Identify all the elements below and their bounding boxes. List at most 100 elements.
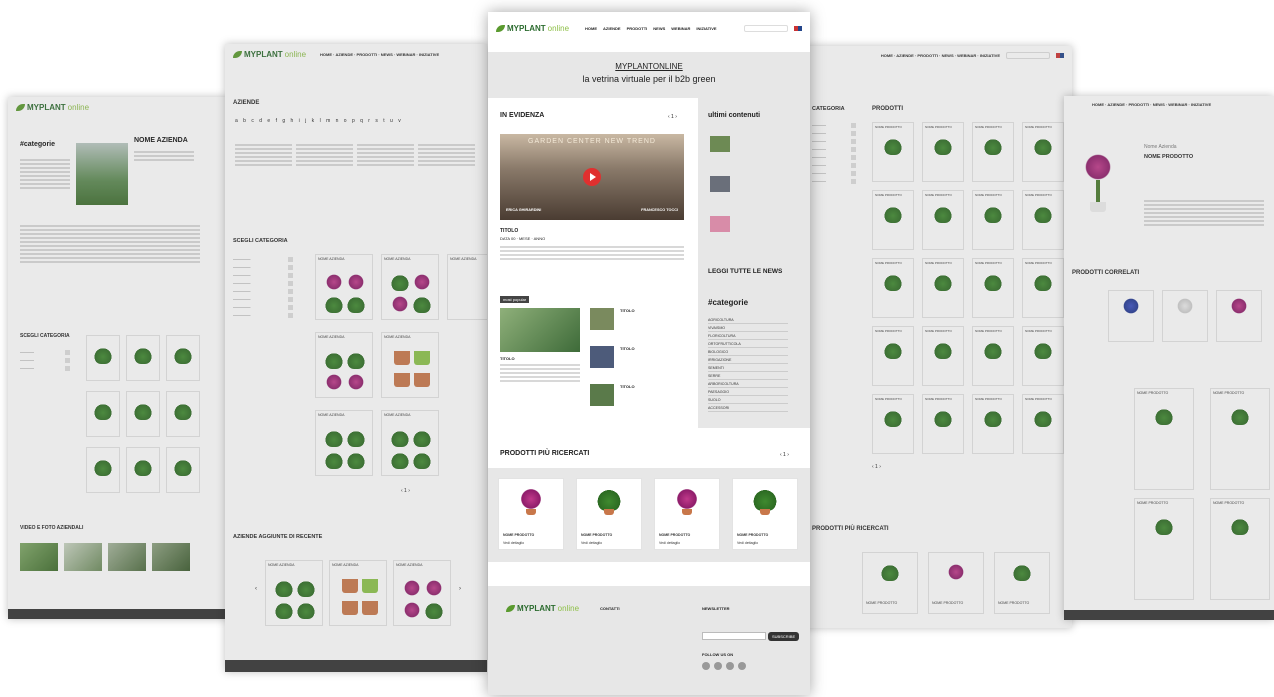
company-card[interactable]: NOME AZIENDA bbox=[393, 560, 451, 626]
linkedin-icon[interactable] bbox=[726, 662, 734, 670]
read-all-news[interactable]: LEGGI TUTTE LE NEWS bbox=[708, 268, 782, 275]
product-card[interactable]: NOME PRODOTTO bbox=[922, 394, 964, 454]
company-card[interactable]: NOME AZIENDA bbox=[381, 332, 439, 398]
company-card[interactable]: NOME AZIENDA bbox=[381, 410, 439, 476]
featured-video[interactable]: GARDEN CENTER NEW TREND ERICA GHIRARDINI… bbox=[500, 134, 684, 220]
related-card[interactable] bbox=[1216, 290, 1262, 342]
video-thumb[interactable] bbox=[152, 543, 190, 571]
product-card[interactable]: NOME PRODOTTO bbox=[862, 552, 918, 614]
product-card[interactable]: NOME PRODOTTO Vedi dettaglio bbox=[732, 478, 798, 550]
category-item[interactable]: PAESAGGIO bbox=[708, 388, 788, 396]
product-card[interactable]: NOME PRODOTTO bbox=[972, 326, 1014, 386]
product-card[interactable] bbox=[166, 335, 200, 381]
product-card[interactable]: NOME PRODOTTO bbox=[1022, 258, 1064, 318]
instagram-icon[interactable] bbox=[714, 662, 722, 670]
video-thumb[interactable] bbox=[64, 543, 102, 571]
search-input[interactable] bbox=[744, 25, 788, 32]
product-card[interactable]: NOME PRODOTTO bbox=[1022, 394, 1064, 454]
nav-news[interactable]: NEWS bbox=[653, 26, 665, 31]
product-card[interactable] bbox=[86, 447, 120, 493]
product-card[interactable]: NOME PRODOTTO bbox=[922, 326, 964, 386]
product-card[interactable]: NOME PRODOTTO bbox=[872, 190, 914, 250]
carousel-next[interactable]: › bbox=[459, 586, 461, 592]
most-popular-tab[interactable]: most popular bbox=[500, 296, 530, 303]
product-card[interactable] bbox=[86, 335, 120, 381]
product-card[interactable] bbox=[126, 335, 160, 381]
category-item[interactable]: SEMENTI bbox=[708, 364, 788, 372]
product-card[interactable]: NOME PRODOTTO bbox=[1134, 498, 1194, 600]
company-card[interactable]: NOME AZIENDA bbox=[447, 254, 487, 320]
category-item[interactable]: ARBORICOLTURA bbox=[708, 380, 788, 388]
nav-aziende[interactable]: AZIENDE bbox=[603, 26, 621, 31]
product-card[interactable]: NOME PRODOTTO bbox=[1210, 498, 1270, 600]
product-card[interactable]: NOME PRODOTTO bbox=[922, 190, 964, 250]
evidenza-pager[interactable]: ‹ 1 › bbox=[668, 114, 677, 120]
popular-thumb[interactable] bbox=[590, 346, 614, 368]
play-icon[interactable] bbox=[583, 168, 601, 186]
product-detail-link[interactable]: Vedi dettaglio bbox=[737, 541, 758, 545]
product-card[interactable]: NOME PRODOTTO bbox=[872, 394, 914, 454]
product-card[interactable] bbox=[126, 447, 160, 493]
product-card[interactable]: NOME PRODOTTO bbox=[1134, 388, 1194, 490]
company-card[interactable]: NOME AZIENDA bbox=[329, 560, 387, 626]
product-card[interactable] bbox=[166, 391, 200, 437]
carousel-prev[interactable]: ‹ bbox=[255, 586, 257, 592]
product-card[interactable]: NOME PRODOTTO bbox=[1022, 122, 1064, 182]
category-item[interactable]: SERRE bbox=[708, 372, 788, 380]
company-card[interactable]: NOME AZIENDA bbox=[265, 560, 323, 626]
product-detail-link[interactable]: Vedi dettaglio bbox=[581, 541, 602, 545]
nav-webinar[interactable]: WEBINAR bbox=[671, 26, 690, 31]
company-card[interactable]: NOME AZIENDA bbox=[381, 254, 439, 320]
product-detail-link[interactable]: Vedi dettaglio bbox=[659, 541, 680, 545]
category-item[interactable]: FLORICOLTURA bbox=[708, 332, 788, 340]
product-card[interactable]: NOME PRODOTTO bbox=[972, 258, 1014, 318]
flag-icon[interactable] bbox=[1056, 53, 1064, 58]
product-card[interactable]: NOME PRODOTTO bbox=[1022, 190, 1064, 250]
logo[interactable]: MYPLANT online bbox=[496, 24, 569, 33]
search-input[interactable] bbox=[1006, 52, 1050, 59]
logo[interactable]: MYPLANT online bbox=[16, 103, 89, 112]
related-card[interactable] bbox=[1162, 290, 1208, 342]
product-card[interactable]: NOME PRODOTTO Vedi dettaglio bbox=[576, 478, 642, 550]
product-card[interactable]: NOME PRODOTTO bbox=[1210, 388, 1270, 490]
product-card[interactable] bbox=[126, 391, 160, 437]
nav-home[interactable]: HOME bbox=[585, 26, 597, 31]
alphabet-filter[interactable]: a b c d e f g h i j k l m n o p q r s t … bbox=[235, 118, 403, 124]
popular-thumb[interactable] bbox=[590, 384, 614, 406]
company-card[interactable]: NOME AZIENDA bbox=[315, 332, 373, 398]
company-card[interactable]: NOME AZIENDA bbox=[315, 410, 373, 476]
category-item[interactable]: AGRICOLTURA bbox=[708, 316, 788, 324]
product-card[interactable]: NOME PRODOTTO Vedi dettaglio bbox=[654, 478, 720, 550]
category-item[interactable]: ACCESSORI bbox=[708, 404, 788, 412]
pager[interactable]: ‹ 1 › bbox=[401, 488, 410, 494]
product-card[interactable]: NOME PRODOTTO bbox=[922, 122, 964, 182]
nav-iniziative[interactable]: INIZIATIVE bbox=[696, 26, 716, 31]
popular-photo[interactable] bbox=[500, 308, 580, 352]
video-thumb[interactable] bbox=[20, 543, 58, 571]
flag-icon[interactable] bbox=[794, 26, 802, 31]
product-card[interactable] bbox=[166, 447, 200, 493]
product-card[interactable] bbox=[86, 391, 120, 437]
product-detail-link[interactable]: Vedi dettaglio bbox=[503, 541, 524, 545]
facebook-icon[interactable] bbox=[702, 662, 710, 670]
product-card[interactable]: NOME PRODOTTO bbox=[972, 190, 1014, 250]
pager[interactable]: ‹ 1 › bbox=[872, 464, 881, 470]
product-card[interactable]: NOME PRODOTTO Vedi dettaglio bbox=[498, 478, 564, 550]
subscribe-button[interactable]: SUBSCRIBE bbox=[768, 632, 800, 641]
youtube-icon[interactable] bbox=[738, 662, 746, 670]
category-item[interactable]: BIOLOGICO bbox=[708, 348, 788, 356]
product-card[interactable]: NOME PRODOTTO bbox=[872, 326, 914, 386]
nav-prodotti[interactable]: PRODOTTI bbox=[627, 26, 648, 31]
product-card[interactable]: NOME PRODOTTO bbox=[872, 258, 914, 318]
product-card[interactable]: NOME PRODOTTO bbox=[972, 122, 1014, 182]
video-thumb[interactable] bbox=[108, 543, 146, 571]
product-card[interactable]: NOME PRODOTTO bbox=[1022, 326, 1064, 386]
newsletter-email-input[interactable] bbox=[702, 632, 766, 640]
related-card[interactable] bbox=[1108, 290, 1154, 342]
category-item[interactable]: IRRIGAZIONE bbox=[708, 356, 788, 364]
category-item[interactable]: ORTOFRUTTICOLA bbox=[708, 340, 788, 348]
company-card[interactable]: NOME AZIENDA bbox=[315, 254, 373, 320]
product-card[interactable]: NOME PRODOTTO bbox=[922, 258, 964, 318]
category-item[interactable]: SUOLO bbox=[708, 396, 788, 404]
product-card[interactable]: NOME PRODOTTO bbox=[994, 552, 1050, 614]
